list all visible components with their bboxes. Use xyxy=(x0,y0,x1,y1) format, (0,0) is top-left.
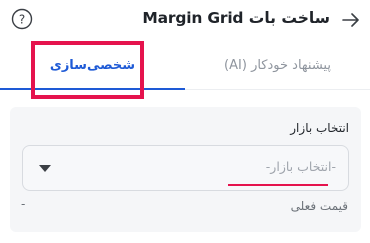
tab-bar: پیشنهاد خودکار (AI) شخصی‌سازی xyxy=(0,41,370,90)
active-tab-indicator xyxy=(0,88,185,90)
current-price-label: قیمت فعلی xyxy=(290,199,348,213)
tab-customization[interactable]: شخصی‌سازی xyxy=(0,41,185,89)
tab-ai-suggestion[interactable]: پیشنهاد خودکار (AI) xyxy=(185,41,370,89)
market-select-placeholder: -انتخاب بازار- xyxy=(265,159,336,174)
page-title: ساخت بات Margin Grid xyxy=(142,9,330,27)
question-circle-icon: ? xyxy=(11,8,33,30)
back-button[interactable] xyxy=(340,9,362,31)
market-panel: انتخاب بازار -انتخاب بازار- قیمت فعلی - xyxy=(10,107,361,232)
header: ساخت بات Margin Grid ? xyxy=(0,0,370,40)
current-price-value: - xyxy=(21,197,26,211)
svg-text:?: ? xyxy=(19,13,25,27)
arrow-right-icon xyxy=(342,13,359,27)
market-label: انتخاب بازار xyxy=(290,121,349,135)
caret-down-icon xyxy=(39,165,51,172)
help-button[interactable]: ? xyxy=(11,8,33,30)
annotation-underline xyxy=(228,184,328,186)
